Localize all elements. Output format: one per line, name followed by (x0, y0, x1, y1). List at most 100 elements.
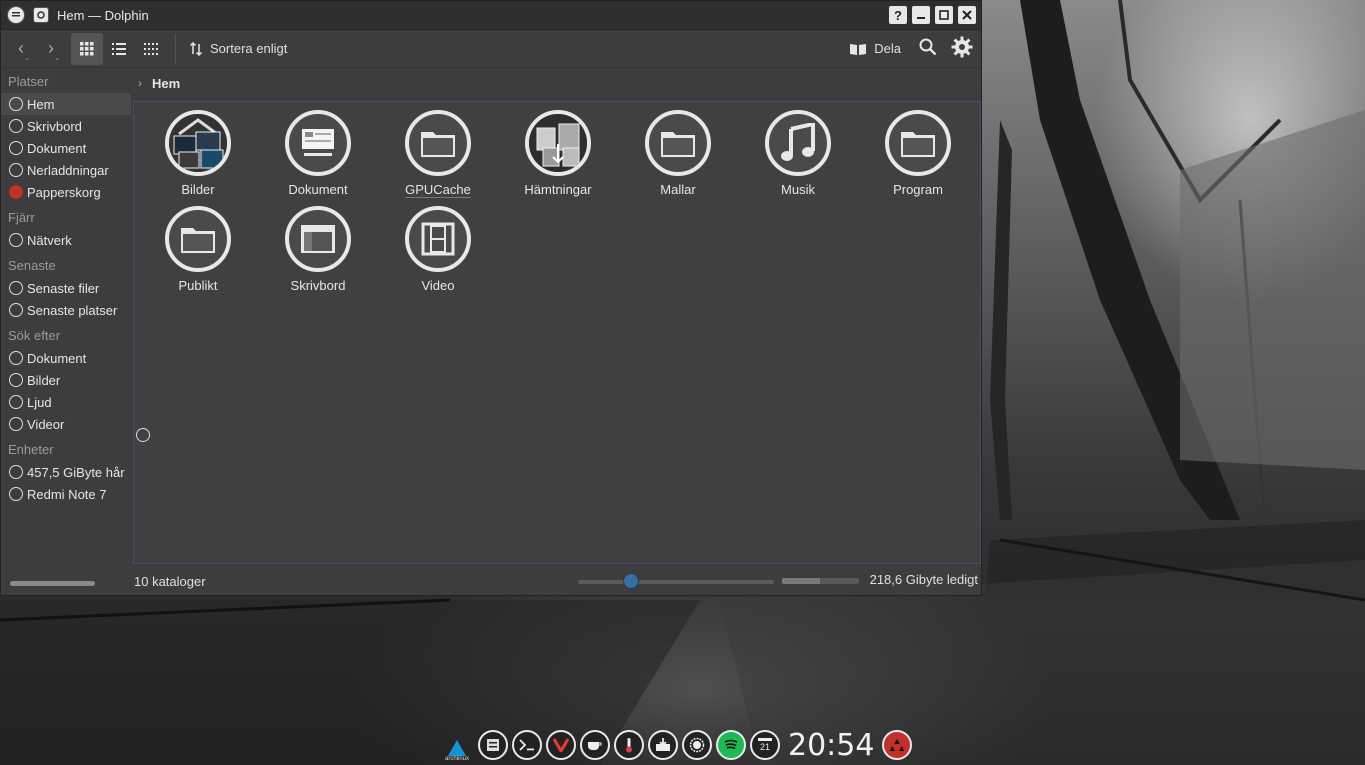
sidebar-item[interactable]: Videor (1, 413, 131, 435)
sort-icon (190, 41, 202, 56)
app-menu-icon[interactable] (7, 6, 25, 24)
file-view[interactable]: Bilder Dokument GPUCache Hämtningar Mallar Mu… (133, 101, 981, 564)
arch-label: archlinux (444, 756, 469, 762)
vivaldi-icon[interactable] (546, 730, 576, 760)
search-button[interactable] (919, 38, 937, 59)
file-manager-icon[interactable] (478, 730, 508, 760)
forward-button[interactable]: › ⌄ (36, 34, 66, 64)
chevron-right-icon: › (48, 38, 54, 58)
icons-view-button[interactable] (71, 32, 103, 65)
folder-label: Program (893, 182, 943, 197)
sidebar-section-title: Senaste (8, 258, 56, 273)
sidebar-item[interactable]: Papperskorg (1, 181, 131, 203)
sidebar-item-label: Dokument (27, 140, 87, 156)
network-icon (9, 233, 23, 247)
phone-icon (9, 487, 23, 501)
sidebar-item[interactable]: 457,5 GiByte hår (1, 461, 131, 483)
details-view-button[interactable] (135, 33, 167, 65)
sidebar-item[interactable]: Senaste filer (1, 277, 131, 299)
sidebar-section-title: Fjärr (8, 210, 35, 225)
status-bar: 10 kataloger 218,6 Gibyte ledigt (134, 571, 980, 591)
sidebar-item[interactable]: Skrivbord (1, 115, 131, 137)
sidebar-item[interactable]: Nätverk (1, 229, 131, 251)
chevron-right-icon[interactable]: › (138, 76, 142, 90)
documents-folder-icon (285, 110, 351, 176)
sidebar-item-label: Nerladdningar (27, 162, 109, 178)
folder-icon (645, 110, 711, 176)
clock[interactable]: 20:54 (788, 728, 874, 763)
sidebar-section-title: Sök efter (8, 328, 61, 343)
sidebar-item-label: Nätverk (27, 232, 72, 248)
folder-label: Mallar (660, 182, 696, 197)
title-bar[interactable]: Hem — Dolphin ? (1, 1, 981, 30)
mouse-cursor-icon (136, 428, 150, 442)
grid-view-icon (80, 41, 94, 55)
sidebar-section-title: Enheter (8, 442, 54, 457)
folder-label: Video (421, 278, 455, 293)
folder-label: Dokument (288, 182, 348, 197)
sidebar-item[interactable]: Dokument (1, 137, 131, 159)
caffeine-icon[interactable] (580, 730, 610, 760)
sidebar-item-label: Dokument (27, 350, 87, 366)
sidebar-item-label: Videor (27, 416, 65, 432)
search-icon (919, 38, 937, 56)
help-button[interactable]: ? (889, 6, 907, 24)
temperature-icon[interactable] (614, 730, 644, 760)
folder-item[interactable]: GPUCache (378, 110, 498, 206)
breadcrumb-current[interactable]: Hem (152, 76, 180, 91)
download-icon (9, 163, 23, 177)
folder-label: Hämtningar (524, 182, 592, 197)
sidebar-scrollbar[interactable] (10, 581, 95, 586)
terminal-icon[interactable] (512, 730, 542, 760)
sidebar-item-label: Senaste filer (27, 280, 100, 296)
recent-files-icon (9, 281, 23, 295)
folder-item[interactable]: Skrivbord (258, 206, 378, 302)
sidebar-item[interactable]: Senaste platser (1, 299, 131, 321)
recent-places-icon (9, 303, 23, 317)
folder-item[interactable]: Publikt (138, 206, 258, 302)
recycle-icon[interactable] (882, 730, 913, 760)
folder-grid: Bilder Dokument GPUCache Hämtningar Mallar Mu… (138, 110, 978, 302)
installer-icon[interactable] (648, 730, 678, 760)
signal-icon[interactable] (682, 730, 712, 760)
sidebar-item[interactable]: Redmi Note 7 (1, 483, 131, 505)
sidebar-item[interactable]: Nerladdningar (1, 159, 131, 181)
sidebar-item-label: Senaste platser (27, 302, 118, 318)
sidebar-item-label: Hem (27, 96, 55, 112)
close-button[interactable] (958, 6, 976, 24)
folder-item[interactable]: Hämtningar (498, 110, 618, 206)
pin-icon[interactable] (33, 7, 49, 23)
folder-item[interactable]: Bilder (138, 110, 258, 206)
disk-usage-bar (782, 578, 859, 584)
sidebar-item[interactable]: Hem (1, 93, 131, 115)
sidebar-item[interactable]: Ljud (1, 391, 131, 413)
places-panel: Platser Hem Skrivbord Dokument Nerladdningar… (1, 67, 131, 595)
sidebar-item[interactable]: Bilder (1, 369, 131, 391)
zoom-slider-handle[interactable] (622, 573, 639, 589)
sort-button[interactable]: Sortera enligt (190, 41, 287, 56)
folder-item[interactable]: Video (378, 206, 498, 302)
sidebar-item-label: Bilder (27, 372, 61, 388)
sidebar-item-label: Ljud (27, 394, 52, 410)
calendar-icon[interactable]: 21 (750, 730, 780, 760)
sidebar-item-label: Papperskorg (27, 184, 101, 200)
folder-label: GPUCache (405, 182, 471, 198)
compact-view-button[interactable] (103, 33, 135, 65)
arch-linux-icon[interactable]: archlinux (440, 728, 474, 762)
folder-item[interactable]: Musik (738, 110, 858, 206)
back-button[interactable]: ‹ ⌄ (6, 34, 36, 64)
folder-item[interactable]: Dokument (258, 110, 378, 206)
sidebar-item[interactable]: Dokument (1, 347, 131, 369)
audio-icon (9, 395, 23, 409)
folder-icon (885, 110, 951, 176)
home-icon (9, 97, 23, 111)
minimize-button[interactable] (912, 6, 930, 24)
share-button[interactable]: Dela (849, 41, 901, 56)
folder-item[interactable]: Program (858, 110, 978, 206)
folder-item[interactable]: Mallar (618, 110, 738, 206)
zoom-slider-track[interactable] (578, 580, 774, 584)
spotify-icon[interactable] (716, 730, 746, 760)
list-view-icon (112, 42, 126, 55)
maximize-button[interactable] (935, 6, 953, 24)
settings-button[interactable] (951, 36, 973, 61)
